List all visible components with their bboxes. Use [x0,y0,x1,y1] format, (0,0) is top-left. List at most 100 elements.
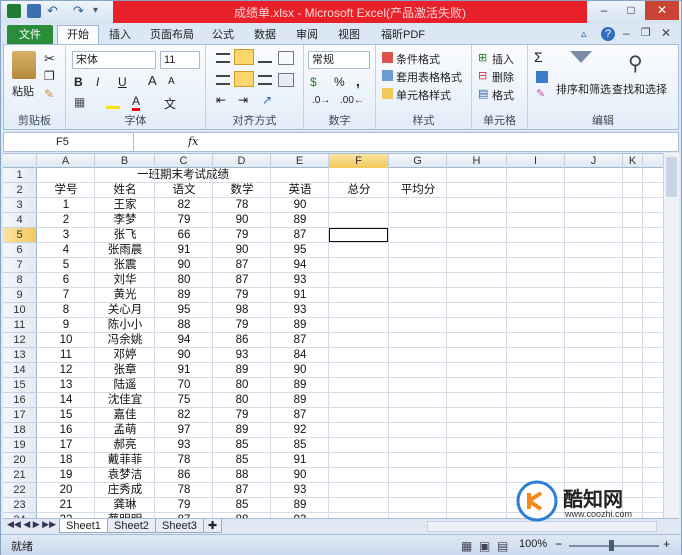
italic-button[interactable]: I [96,75,99,89]
row-header-17[interactable]: 17 [3,408,37,423]
cell-A15[interactable]: 13 [37,378,95,393]
font-size-combo[interactable]: 11 [160,51,200,69]
scroll-thumb[interactable] [666,157,677,197]
cell-B14[interactable]: 张章 [95,363,155,378]
delete-icon[interactable]: ⊟ [478,69,487,82]
cell-B6[interactable]: 张雨晨 [95,243,155,258]
orientation-icon[interactable]: ↗ [262,93,272,107]
save-icon[interactable] [27,4,41,18]
cell-D7[interactable]: 87 [213,258,271,273]
cell-C2[interactable]: 语文 [155,183,213,198]
paste-icon[interactable] [12,51,36,79]
row-header-2[interactable]: 2 [3,183,37,198]
cell-D15[interactable]: 80 [213,378,271,393]
cell-D12[interactable]: 86 [213,333,271,348]
cell-D3[interactable]: 78 [213,198,271,213]
cell-D5[interactable]: 79 [213,228,271,243]
cell-E13[interactable]: 84 [271,348,329,363]
cell-A22[interactable]: 20 [37,483,95,498]
column-header-D[interactable]: D [213,154,271,168]
cell-E19[interactable]: 85 [271,438,329,453]
column-header-J[interactable]: J [565,154,623,168]
cell-D6[interactable]: 90 [213,243,271,258]
cell-E11[interactable]: 89 [271,318,329,333]
cell-B9[interactable]: 黄光 [95,288,155,303]
worksheet-grid[interactable]: ABCDEFGHIJK 1 一班期末考试成绩 2 学号 姓名 语文 数学 英语 总分 平均分 3 1 王… [3,153,663,518]
cell-A23[interactable]: 21 [37,498,95,513]
cell-A12[interactable]: 10 [37,333,95,348]
cell-E6[interactable]: 95 [271,243,329,258]
cell-E7[interactable]: 94 [271,258,329,273]
cell-D9[interactable]: 79 [213,288,271,303]
cell-A16[interactable]: 14 [37,393,95,408]
cell-style-icon[interactable] [382,88,393,99]
cell-B2[interactable]: 姓名 [95,183,155,198]
cell-D2[interactable]: 数学 [213,183,271,198]
cell-A21[interactable]: 19 [37,468,95,483]
format-as-table-button[interactable]: 套用表格格式 [396,69,462,85]
sort-filter-button[interactable]: 排序和筛选 [556,81,611,97]
align-middle-icon[interactable] [234,49,254,65]
cell-C20[interactable]: 78 [155,453,213,468]
cell-C11[interactable]: 88 [155,318,213,333]
zoom-in-button[interactable]: + [663,537,670,551]
row-header-21[interactable]: 21 [3,468,37,483]
cell-A3[interactable]: 1 [37,198,95,213]
cell-B20[interactable]: 戴菲菲 [95,453,155,468]
conditional-format-icon[interactable] [382,52,393,63]
zoom-thumb[interactable] [609,540,614,551]
cell-C16[interactable]: 75 [155,393,213,408]
cell-C8[interactable]: 80 [155,273,213,288]
cell-B4[interactable]: 李梦 [95,213,155,228]
decrease-indent-icon[interactable]: ⇤ [216,93,226,107]
cell-D10[interactable]: 98 [213,303,271,318]
clear-icon[interactable]: ✎ [536,87,545,100]
find-select-button[interactable]: 查找和选择 [612,81,667,97]
decrease-decimal-icon[interactable]: .00← [340,95,364,106]
cell-A19[interactable]: 17 [37,438,95,453]
cell-A10[interactable]: 8 [37,303,95,318]
cell-C10[interactable]: 95 [155,303,213,318]
cell-D21[interactable]: 88 [213,468,271,483]
page-break-view-icon[interactable]: ▤ [497,539,508,553]
row-header-15[interactable]: 15 [3,378,37,393]
cell-E2[interactable]: 英语 [271,183,329,198]
cell-D19[interactable]: 85 [213,438,271,453]
font-color-icon[interactable]: A [132,94,141,111]
cell-A2[interactable]: 学号 [37,183,95,198]
tab-insert[interactable]: 插入 [101,26,139,45]
cell-D4[interactable]: 90 [213,213,271,228]
insert-button[interactable]: 插入 [492,51,514,67]
page-layout-view-icon[interactable]: ▣ [479,539,490,553]
cell-A8[interactable]: 6 [37,273,95,288]
row-header-7[interactable]: 7 [3,258,37,273]
tab-home[interactable]: 开始 [57,25,99,46]
cell-C21[interactable]: 86 [155,468,213,483]
autosum-button[interactable]: Σ [534,49,543,65]
tab-view[interactable]: 视图 [331,26,367,45]
row-header-9[interactable]: 9 [3,288,37,303]
conditional-format-button[interactable]: 条件格式 [396,51,440,67]
merge-center-icon[interactable] [278,73,294,87]
cell-D23[interactable]: 85 [213,498,271,513]
cell-E15[interactable]: 89 [271,378,329,393]
maximize-button[interactable]: □ [618,1,644,20]
fill-color-icon[interactable] [106,97,120,109]
cell-A11[interactable]: 9 [37,318,95,333]
align-center-icon[interactable] [234,71,254,87]
column-header-F[interactable]: F [329,154,389,168]
cell-C22[interactable]: 78 [155,483,213,498]
cell-styles-button[interactable]: 单元格样式 [396,87,451,103]
zoom-level[interactable]: 100% [519,538,547,550]
insert-sheet-icon[interactable]: ✚ [203,519,223,533]
cell-E12[interactable]: 87 [271,333,329,348]
comma-button[interactable]: , [356,73,360,89]
currency-icon[interactable]: $ [310,75,317,89]
cell-C13[interactable]: 90 [155,348,213,363]
row-header-11[interactable]: 11 [3,318,37,333]
cell-C23[interactable]: 79 [155,498,213,513]
cell-B3[interactable]: 王家 [95,198,155,213]
cell-A13[interactable]: 11 [37,348,95,363]
zoom-slider[interactable] [569,545,659,547]
cell-D14[interactable]: 89 [213,363,271,378]
